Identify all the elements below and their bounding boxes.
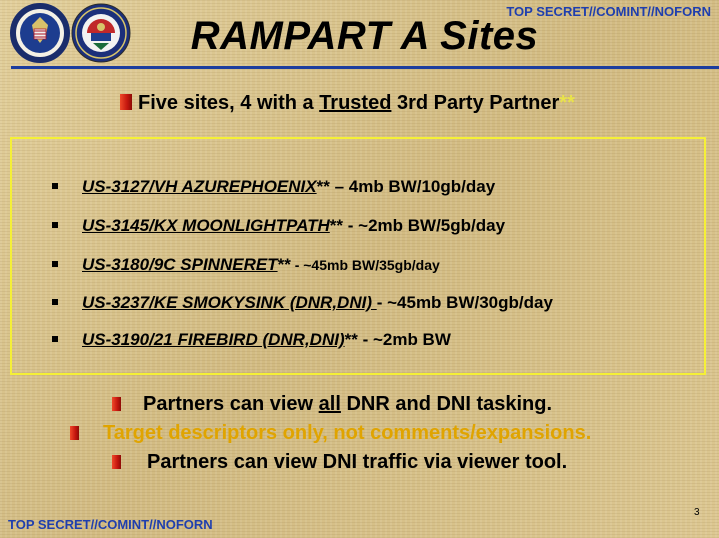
subtitle-post: 3rd Party Partner [391,92,560,114]
site-item: US-3190/21 FIREBIRD (DNR,DNI)** - ~2mb B… [52,330,451,350]
site-bandwidth: - ~2mb BW [357,330,451,349]
square-bullet-icon [52,261,58,267]
subtitle-pre: Five sites, 4 with a [138,92,320,114]
site-bandwidth: - ~45mb BW/35gb/day [290,257,440,273]
square-bullet-icon [52,336,58,342]
site-asterisks: ** [316,177,330,196]
bullet-pre: Partners can view [143,393,319,415]
page-number: 3 [694,507,700,518]
site-name: US-3237/KE SMOKYSINK (DNR,DNI) [82,293,377,312]
bullet-target-descriptors: Target descriptors only, not comments/ex… [70,422,591,445]
site-item: US-3127/VH AZUREPHOENIX** – 4mb BW/10gb/… [52,177,495,197]
site-name: US-3145/KX MOONLIGHTPATH [82,216,330,235]
site-name: US-3190/21 FIREBIRD (DNR,DNI) [82,330,345,349]
red-bullet-icon [70,426,79,440]
bullet-partners-tasking: Partners can view all DNR and DNI taskin… [112,393,552,416]
title-divider [11,66,719,69]
bullet-underlined: all [318,393,341,415]
red-bullet-icon [112,397,121,411]
site-item: US-3180/9C SPINNERET** - ~45mb BW/35gb/d… [52,255,440,275]
site-asterisks: ** [329,216,344,235]
bullet-text: Partners can view DNI traffic via viewer… [147,451,568,473]
square-bullet-icon [52,299,58,305]
subtitle-asterisks: ** [559,92,575,114]
site-bandwidth: - ~2mb BW/5gb/day [343,216,506,235]
page-title: RAMPART A Sites [190,14,539,58]
square-bullet-icon [52,222,58,228]
site-asterisks: ** [277,255,291,274]
site-bandwidth: - ~45mb BW/30gb/day [376,293,553,312]
site-name: US-3180/9C SPINNERET [82,255,278,274]
bullet-text: Target descriptors only, not comments/ex… [103,422,592,444]
site-asterisks: ** [344,330,358,349]
site-item: US-3145/KX MOONLIGHTPATH** - ~2mb BW/5gb… [52,216,505,236]
square-bullet-icon [52,183,58,189]
red-bullet-icon [112,455,121,469]
site-name: US-3127/VH AZUREPHOENIX [82,177,317,196]
subtitle: Five sites, 4 with a Trusted 3rd Party P… [120,92,575,115]
subtitle-underlined: Trusted [319,92,392,114]
site-bandwidth: – 4mb BW/10gb/day [329,177,496,196]
classification-banner-bottom: TOP SECRET//COMINT//NOFORN [8,517,213,532]
bullet-viewer-tool: Partners can view DNI traffic via viewer… [112,451,567,474]
red-bullet-icon [120,94,132,110]
bullet-post: DNR and DNI tasking. [340,393,553,415]
site-item: US-3237/KE SMOKYSINK (DNR,DNI) - ~45mb B… [52,293,553,313]
